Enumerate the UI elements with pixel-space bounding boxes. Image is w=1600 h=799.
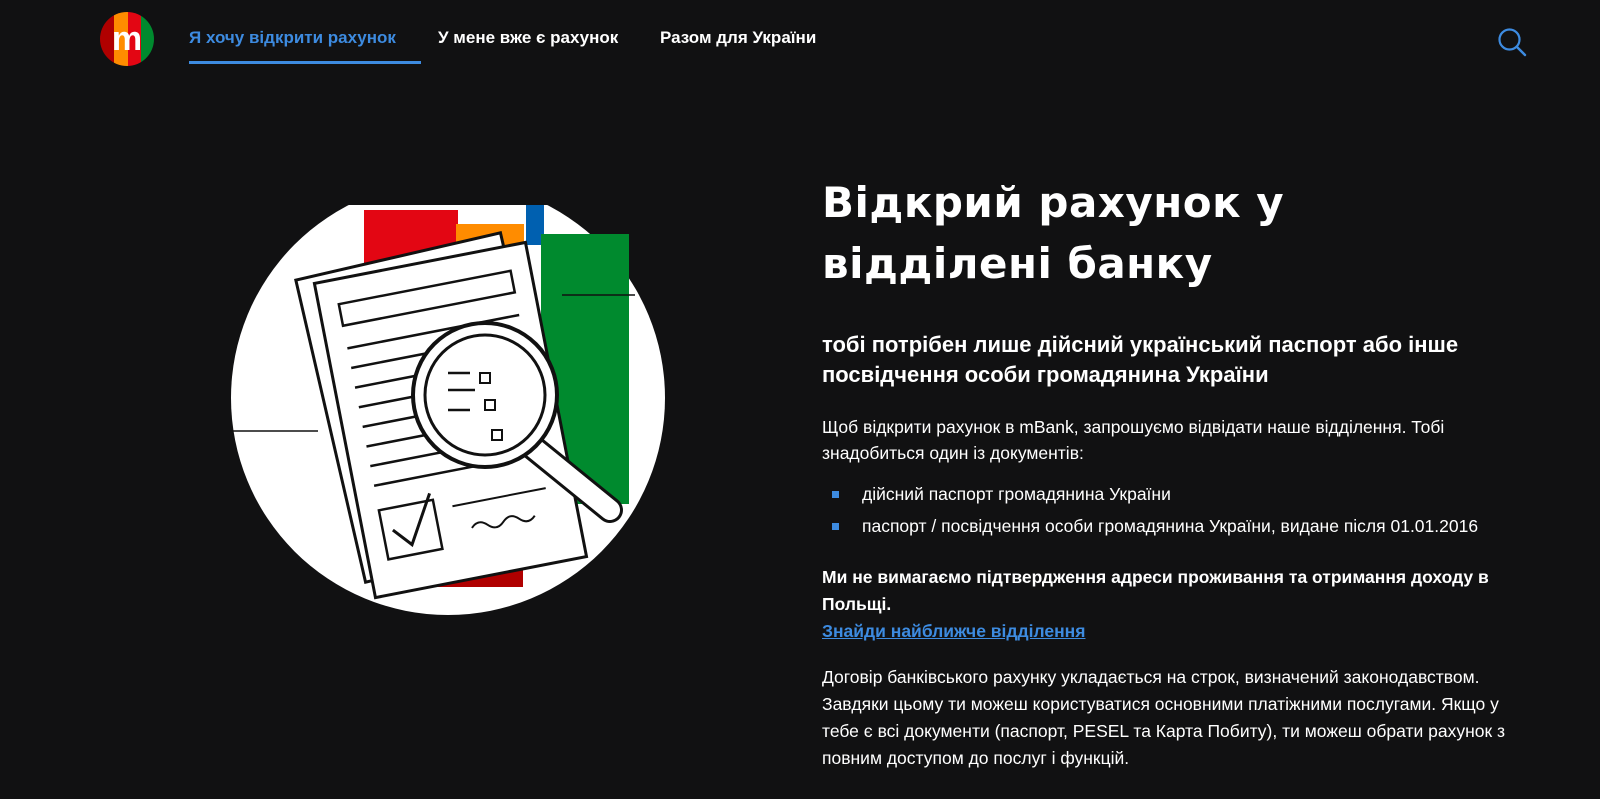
search-button[interactable]	[1497, 27, 1527, 57]
intro-text: Щоб відкрити рахунок в mBank, запрошуємо…	[822, 417, 1445, 463]
page-title: Відкрий рахунок у відділені банку	[822, 178, 1285, 288]
main-content: Відкрий рахунок у відділені банку тобі п…	[822, 172, 1522, 772]
find-branch-link[interactable]: Знайди найближче відділення	[822, 618, 1522, 644]
nav-link-together-for-ukraine[interactable]: Разом для України	[660, 28, 816, 48]
contract-text: Договір банківського рахунку укладається…	[822, 667, 1506, 768]
nav-link-open-account[interactable]: Я хочу відкрити рахунок	[189, 28, 396, 48]
search-icon	[1498, 28, 1527, 57]
logo-letter: m	[112, 20, 142, 58]
list-item: дійсний паспорт громадянина України	[822, 482, 1522, 506]
nav-link-have-account[interactable]: У мене вже є рахунок	[438, 28, 618, 48]
square-bullet-icon	[832, 491, 839, 498]
documents-illustration	[230, 181, 675, 625]
mbank-logo[interactable]: m	[100, 12, 154, 66]
list-item: паспорт / посвідчення особи громадянина …	[822, 514, 1522, 538]
active-tab-indicator	[189, 61, 421, 64]
document-item-text: дійсний паспорт громадянина України	[862, 484, 1171, 504]
document-item-text: паспорт / посвідчення особи громадянина …	[862, 516, 1479, 536]
square-bullet-icon	[832, 523, 839, 530]
documents-list: дійсний паспорт громадянина України пасп…	[822, 482, 1522, 538]
top-navigation: m Я хочу відкрити рахунок У мене вже є р…	[0, 0, 1600, 80]
subheading: тобі потрібен лише дійсний український п…	[822, 332, 1459, 387]
notice-text: Ми не вимагаємо підтвердження адреси про…	[822, 567, 1489, 614]
